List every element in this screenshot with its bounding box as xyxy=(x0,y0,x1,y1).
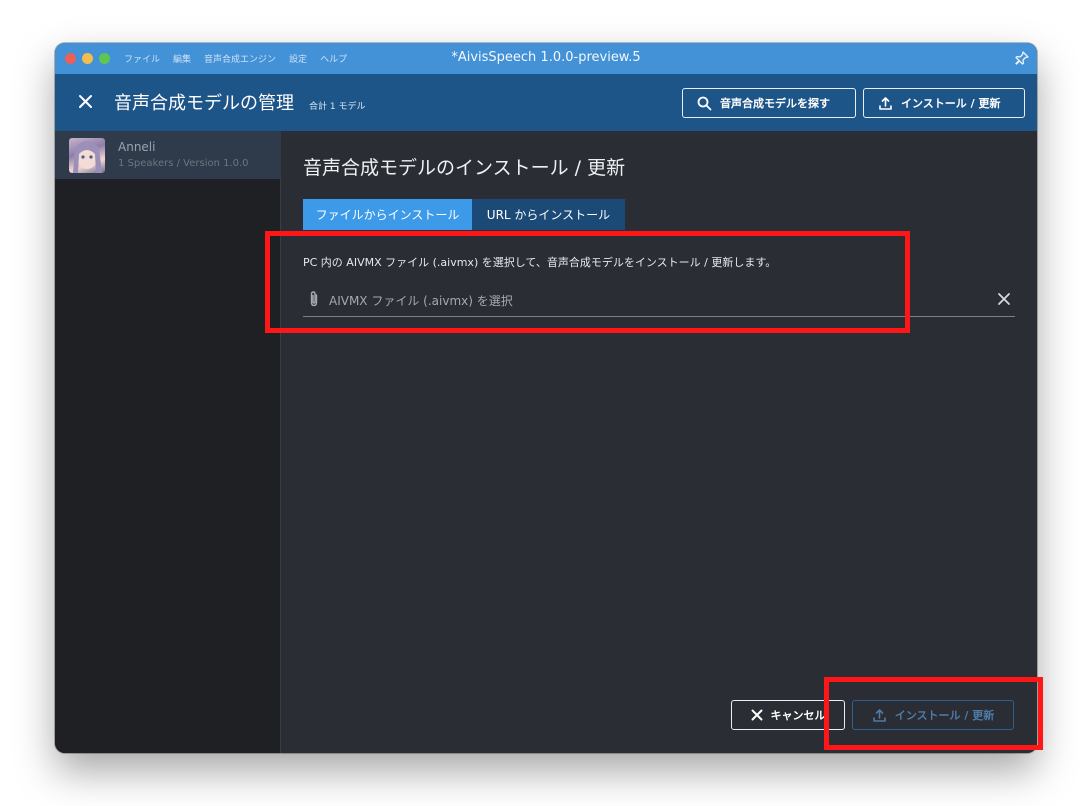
model-sidebar: Anneli 1 Speakers / Version 1.0.0 xyxy=(55,131,281,753)
pin-icon[interactable] xyxy=(1014,50,1030,66)
close-icon xyxy=(751,709,762,721)
install-update-label: インストール / 更新 xyxy=(901,97,1001,110)
close-icon[interactable] xyxy=(77,93,94,110)
search-icon xyxy=(697,96,712,110)
title-bar: ファイル 編集 音声合成エンジン 設定 ヘルプ *AivisSpeech 1.0… xyxy=(55,43,1037,74)
window-title: *AivisSpeech 1.0.0-preview.5 xyxy=(451,50,641,65)
tab-url-install[interactable]: URL からインストール xyxy=(472,199,625,230)
avatar xyxy=(69,138,105,173)
sidebar-item-anneli[interactable]: Anneli 1 Speakers / Version 1.0.0 xyxy=(55,131,281,179)
cancel-label: キャンセル xyxy=(770,709,826,722)
model-count: 合計 1 モデル xyxy=(309,102,366,112)
find-models-button[interactable]: 音声合成モデルを探す xyxy=(682,88,856,118)
page-title: 音声合成モデルの管理 xyxy=(114,93,294,114)
app-window: ファイル 編集 音声合成エンジン 設定 ヘルプ *AivisSpeech 1.0… xyxy=(55,43,1037,753)
install-source-tabs: ファイルからインストール URL からインストール xyxy=(303,199,625,230)
sidebar-item-name: Anneli xyxy=(118,140,156,154)
find-models-label: 音声合成モデルを探す xyxy=(720,97,830,110)
panel-title: 音声合成モデルのインストール / 更新 xyxy=(303,157,626,179)
install-update-button[interactable]: インストール / 更新 xyxy=(863,88,1025,118)
highlight-file-picker xyxy=(265,231,910,333)
page-header: 音声合成モデルの管理 合計 1 モデル 音声合成モデルを探す インストール / … xyxy=(55,74,1037,131)
sidebar-item-subtitle: 1 Speakers / Version 1.0.0 xyxy=(118,158,249,169)
highlight-install-button xyxy=(824,677,1043,750)
clear-icon[interactable] xyxy=(997,292,1011,306)
upload-icon xyxy=(879,96,892,110)
tab-file-install[interactable]: ファイルからインストール xyxy=(303,199,472,230)
install-panel: 音声合成モデルのインストール / 更新 ファイルからインストール URL からイ… xyxy=(282,131,1037,753)
